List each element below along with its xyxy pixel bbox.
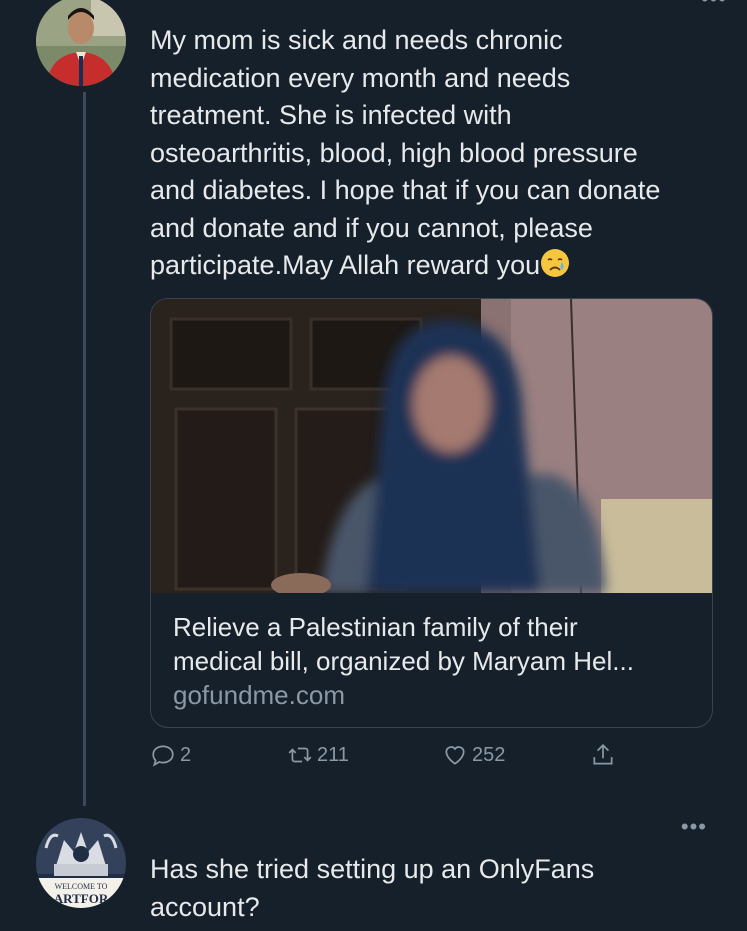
like-count: 252	[472, 743, 506, 766]
reply-icon	[152, 745, 174, 767]
card-body: Relieve a Palestinian family of their me…	[173, 610, 693, 712]
like-button[interactable]: 252	[442, 742, 505, 768]
tweet-actions: 2 211 252	[150, 742, 630, 778]
author-avatar[interactable]	[36, 0, 126, 86]
reply-text: Has she tried setting up an OnlyFans acc…	[150, 854, 595, 922]
share-button[interactable]	[590, 742, 620, 768]
reply-author-avatar[interactable]: WELCOME TO ARTFOR	[36, 818, 126, 908]
retweet-count: 211	[317, 743, 349, 766]
card-domain: gofundme.com	[173, 680, 345, 710]
share-icon	[593, 744, 613, 765]
thread-line	[83, 92, 86, 806]
card-title: Relieve a Palestinian family of their me…	[173, 612, 634, 676]
heart-icon	[445, 746, 465, 765]
avatar-artfor-text: ARTFOR	[54, 891, 109, 906]
avatar-welcome-text: WELCOME TO	[55, 882, 108, 891]
top-more-icon[interactable]: •••	[701, 0, 727, 12]
link-card[interactable]: Relieve a Palestinian family of their me…	[150, 298, 713, 728]
tweet-thread: ••• My mom is sick and needs chronic med…	[0, 0, 747, 931]
reply-button[interactable]: 2	[150, 742, 191, 768]
crying-face-icon	[541, 249, 570, 277]
retweet-icon	[288, 747, 312, 763]
reply-count: 2	[180, 743, 192, 766]
retweet-button[interactable]: 211	[287, 742, 349, 768]
more-icon[interactable]: •••	[681, 814, 707, 840]
card-image	[151, 299, 712, 593]
tweet-text: My mom is sick and needs chronic medicat…	[150, 25, 661, 280]
